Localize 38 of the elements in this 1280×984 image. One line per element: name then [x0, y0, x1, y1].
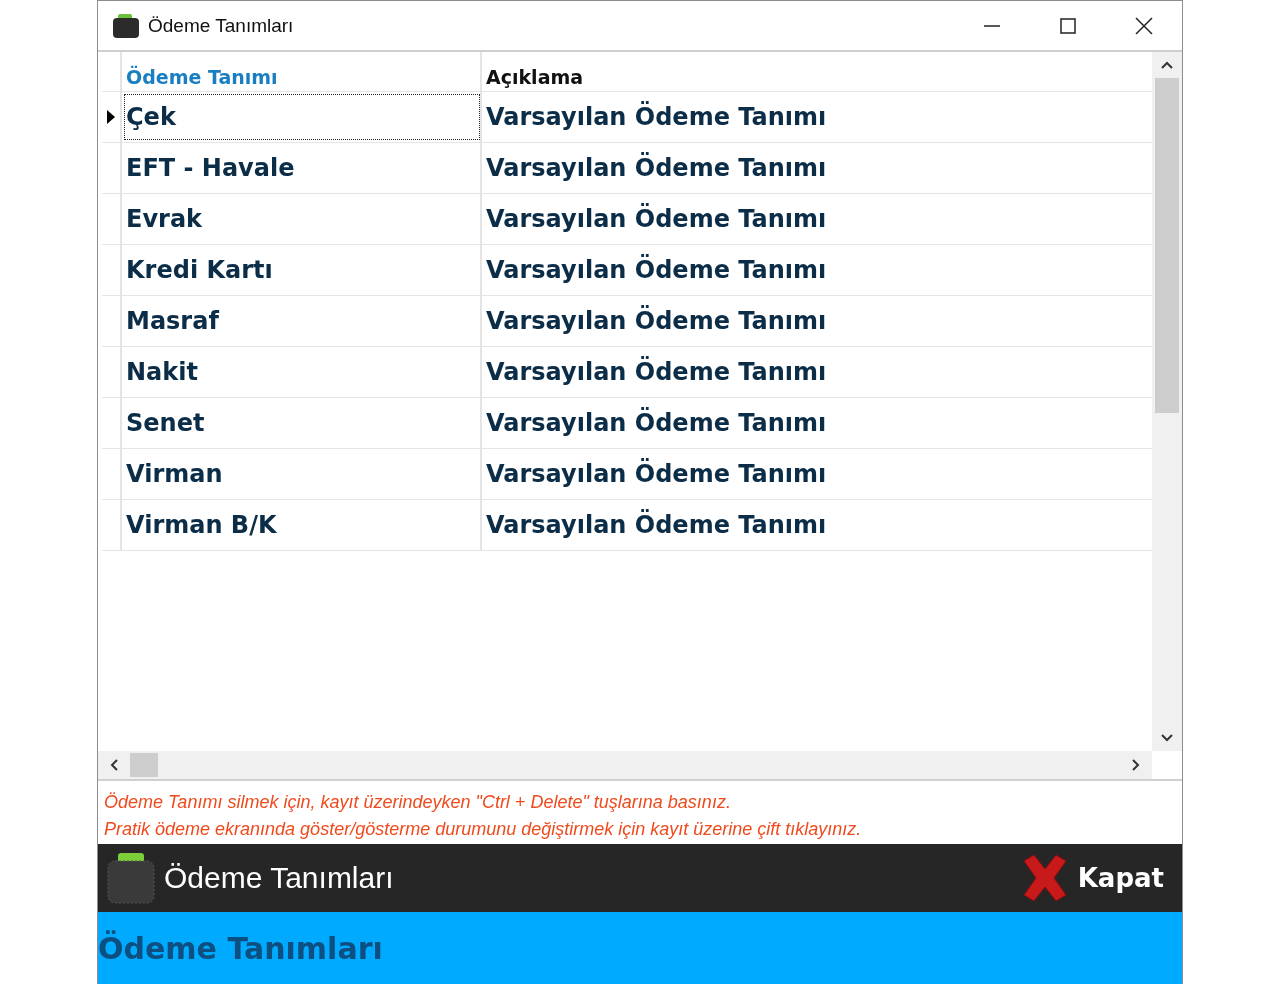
- scroll-down-icon[interactable]: [1160, 733, 1174, 743]
- table-cell[interactable]: Varsayılan Ödeme Tanımı: [482, 194, 1152, 244]
- current-row-icon: [106, 109, 116, 125]
- hint-text: Pratik ödeme ekranında göster/gösterme durumunu değiştirmek için kayıt üzerine çift tıklayınız.: [104, 818, 863, 841]
- table-cell[interactable]: Varsayılan Ödeme Tanımı: [482, 143, 1152, 193]
- table-cell[interactable]: Varsayılan Ödeme Tanımı: [482, 398, 1152, 448]
- column-header[interactable]: Açıklama: [482, 52, 1152, 91]
- close-icon: [1135, 16, 1153, 35]
- window-title: Ödeme Tanımları: [148, 14, 294, 37]
- table-cell[interactable]: Varsayılan Ödeme Tanımı: [482, 347, 1152, 397]
- table-cell[interactable]: Nakit: [122, 347, 482, 397]
- table-cell[interactable]: Virman: [122, 449, 482, 499]
- toolbar-title: Ödeme Tanımları: [164, 861, 394, 895]
- table-cell[interactable]: Varsayılan Ödeme Tanımı: [482, 92, 1152, 142]
- minimize-icon: [983, 24, 1001, 27]
- table-cell[interactable]: Varsayılan Ödeme Tanımı: [482, 500, 1152, 550]
- scrollbar-thumb[interactable]: [130, 753, 158, 777]
- table-cell[interactable]: Senet: [122, 398, 482, 448]
- wallet-icon: [106, 851, 156, 905]
- footer-title: Ödeme Tanımları: [98, 930, 383, 966]
- scroll-up-icon[interactable]: [1160, 60, 1174, 70]
- close-button[interactable]: Kapat: [1017, 851, 1164, 905]
- table-cell[interactable]: Masraf: [122, 296, 482, 346]
- vertical-scrollbar[interactable]: [1152, 52, 1182, 751]
- maximize-icon: [1059, 16, 1077, 35]
- table-cell[interactable]: Çek: [122, 92, 482, 142]
- horizontal-scrollbar[interactable]: [98, 751, 1152, 779]
- table-cell[interactable]: Kredi Kartı: [122, 245, 482, 295]
- table-cell[interactable]: EFT - Havale: [122, 143, 482, 193]
- column-header[interactable]: Ödeme Tanımı: [122, 52, 482, 91]
- table-cell[interactable]: Varsayılan Ödeme Tanımı: [482, 296, 1152, 346]
- table-cell[interactable]: Varsayılan Ödeme Tanımı: [482, 245, 1152, 295]
- table-cell[interactable]: Evrak: [122, 194, 482, 244]
- table-cell[interactable]: Varsayılan Ödeme Tanımı: [482, 449, 1152, 499]
- table-cell[interactable]: Virman B/K: [122, 500, 482, 550]
- hint-text: Ödeme Tanımı silmek için, kayıt üzerindeyken "Ctrl + Delete" tuşlarına basınız.: [104, 791, 732, 814]
- wallet-icon: [112, 12, 140, 39]
- scrollbar-thumb[interactable]: [1155, 78, 1179, 413]
